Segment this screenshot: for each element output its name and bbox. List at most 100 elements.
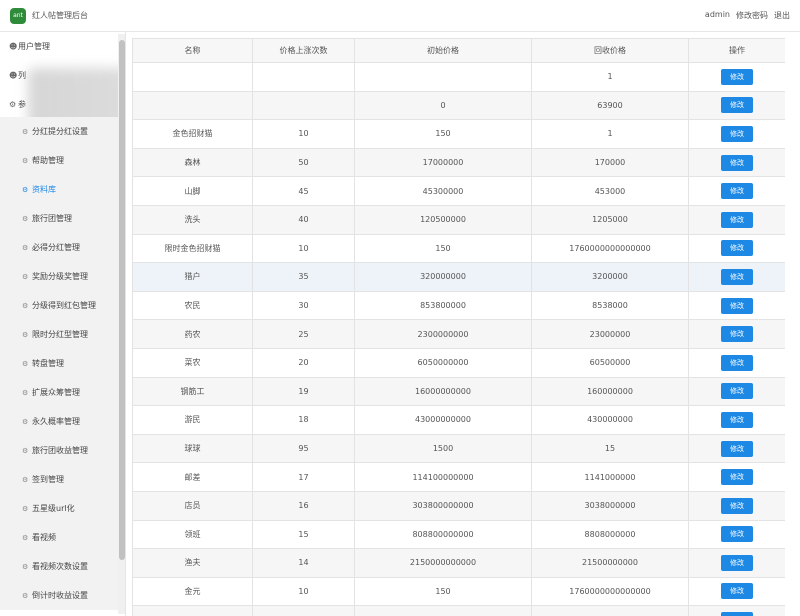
col-header-actions: 操作 bbox=[688, 38, 785, 63]
gear-icon: ⚙ bbox=[22, 127, 29, 136]
cell-initial-price: 808800000000 bbox=[354, 519, 532, 550]
gear-icon: ⚙ bbox=[22, 504, 29, 513]
cell-raise-count: 10 bbox=[252, 119, 355, 149]
cell-raise-count: 10 bbox=[252, 233, 355, 264]
cell-name: 球球 bbox=[132, 433, 253, 464]
sidebar-item[interactable]: ⚙ 永久概率管理 bbox=[0, 407, 118, 436]
cell-raise-count: 95 bbox=[252, 433, 355, 464]
sidebar-scrollbar[interactable] bbox=[118, 34, 125, 614]
edit-button[interactable]: 修改 bbox=[721, 211, 753, 228]
cell-name: 店员 bbox=[132, 490, 253, 521]
table-row: 金元 10 150 1760000000000000 修改 bbox=[132, 576, 785, 607]
cell-name: 猎户 bbox=[132, 262, 253, 292]
edit-button[interactable]: 修改 bbox=[721, 583, 753, 600]
sidebar-item[interactable]: ⚙ 转盘管理 bbox=[0, 349, 118, 378]
edit-button[interactable]: 修改 bbox=[721, 240, 753, 257]
edit-button[interactable]: 修改 bbox=[721, 326, 753, 343]
edit-button[interactable]: 修改 bbox=[721, 154, 753, 171]
table-row: 游民 18 43000000000 430000000 修改 bbox=[132, 405, 785, 435]
edit-button[interactable]: 修改 bbox=[721, 411, 753, 428]
cell-name: 限时金色招财猫 bbox=[132, 233, 253, 264]
edit-button[interactable]: 修改 bbox=[721, 297, 753, 314]
cell-name bbox=[132, 90, 253, 121]
cell-actions: 修改 bbox=[688, 90, 785, 121]
cell-raise-count: 16 bbox=[252, 490, 355, 521]
edit-button[interactable]: 修改 bbox=[721, 469, 753, 486]
sidebar-item[interactable]: ⚙ 帮助管理 bbox=[0, 146, 118, 175]
table-row: 药农 25 2300000000 23000000 修改 bbox=[132, 319, 785, 349]
sidebar-group-label: 列 bbox=[18, 71, 26, 80]
cell-name: 金元 bbox=[132, 576, 253, 607]
edit-button[interactable]: 修改 bbox=[721, 97, 753, 114]
sidebar-item[interactable]: ⚙ 分级得到红包管理 bbox=[0, 291, 118, 320]
sidebar-item-label: 转盘管理 bbox=[32, 359, 64, 368]
cell-recycle-price: 23000000 bbox=[531, 319, 689, 349]
edit-button[interactable]: 修改 bbox=[721, 354, 753, 371]
cell-initial-price: 150 bbox=[354, 119, 532, 149]
sidebar-item[interactable]: ⚙ 旅行团收益管理 bbox=[0, 436, 118, 465]
data-table: 名称 价格上涨次数 初始价格 回收价格 操作 1 修改 0 63900 修改 金色招财猫 1… bbox=[132, 38, 785, 616]
cell-raise-count: 20 bbox=[252, 347, 355, 378]
cell-raise-count: 45 bbox=[252, 176, 355, 206]
col-header-recycle-price: 回收价格 bbox=[531, 38, 689, 63]
sidebar-item[interactable]: ⚙ 奖励分级奖管理 bbox=[0, 262, 118, 291]
cell-name: 山脚 bbox=[132, 176, 253, 206]
cell-actions: 修改 bbox=[688, 319, 785, 349]
top-right-links: admin 修改密码 退出 bbox=[705, 10, 790, 21]
cell-actions: 修改 bbox=[688, 233, 785, 264]
sidebar-item[interactable]: ⚙ 分红提分红设置 bbox=[0, 117, 118, 146]
cell-name: 菜农 bbox=[132, 347, 253, 378]
table-row: 0 63900 修改 bbox=[132, 90, 785, 121]
sidebar-item[interactable]: ⚙ 看视频 bbox=[0, 523, 118, 552]
change-password-link[interactable]: 修改密码 bbox=[736, 10, 768, 21]
sidebar-group-label: 参 bbox=[18, 100, 26, 109]
cell-name: 渔夫 bbox=[132, 548, 253, 578]
edit-button[interactable]: 修改 bbox=[721, 497, 753, 514]
cell-recycle-price: 60500000 bbox=[531, 347, 689, 378]
cell-actions: 修改 bbox=[688, 548, 785, 578]
cell-raise-count: 14 bbox=[252, 548, 355, 578]
edit-button[interactable]: 修改 bbox=[721, 68, 753, 85]
sidebar-item[interactable]: ⚙ 资料库 bbox=[0, 175, 118, 204]
sidebar-item-label: 限时分红型管理 bbox=[32, 330, 88, 339]
table-row: 修改 bbox=[132, 605, 785, 616]
gear-icon: ⚙ bbox=[22, 272, 29, 281]
sidebar-group-users[interactable]: ☻ 用户管理 bbox=[0, 32, 125, 61]
sidebar-item[interactable]: ⚙ 扩展众筹管理 bbox=[0, 378, 118, 407]
sidebar-item-label: 帮助管理 bbox=[32, 156, 64, 165]
cell-raise-count: 30 bbox=[252, 290, 355, 321]
edit-button[interactable]: 修改 bbox=[721, 383, 753, 400]
cell-recycle-price: 3038000000 bbox=[531, 490, 689, 521]
sidebar-item-label: 旅行团收益管理 bbox=[32, 446, 88, 455]
sidebar-item[interactable]: ⚙ 必得分红管理 bbox=[0, 233, 118, 262]
cell-initial-price bbox=[354, 605, 532, 616]
edit-button[interactable]: 修改 bbox=[721, 440, 753, 457]
edit-button[interactable]: 修改 bbox=[721, 183, 753, 200]
table-row: 农民 30 853800000 8538000 修改 bbox=[132, 290, 785, 321]
sidebar-item[interactable]: ⚙ 五星级url化 bbox=[0, 494, 118, 523]
cell-initial-price: 150 bbox=[354, 233, 532, 264]
gear-icon: ⚙ bbox=[22, 417, 29, 426]
app-title: 红人帖管理后台 bbox=[32, 11, 88, 20]
edit-button[interactable]: 修改 bbox=[721, 554, 753, 571]
edit-button[interactable]: 修改 bbox=[721, 268, 753, 285]
cell-raise-count bbox=[252, 90, 355, 121]
cell-raise-count: 40 bbox=[252, 204, 355, 235]
edit-button[interactable]: 修改 bbox=[721, 125, 753, 142]
cell-recycle-price: 1760000000000000 bbox=[531, 233, 689, 264]
sidebar-item[interactable]: ⚙ 旅行团管理 bbox=[0, 204, 118, 233]
scrollbar-thumb[interactable] bbox=[119, 40, 125, 560]
logout-link[interactable]: 退出 bbox=[774, 10, 790, 21]
sidebar-item[interactable]: ⚙ 签到管理 bbox=[0, 465, 118, 494]
sidebar-item-label: 分红提分红设置 bbox=[32, 127, 88, 136]
cell-actions: 修改 bbox=[688, 262, 785, 292]
cell-actions: 修改 bbox=[688, 433, 785, 464]
sidebar-item[interactable]: ⚙ 限时分红型管理 bbox=[0, 320, 118, 349]
sidebar-item[interactable]: ⚙ 倒计时收益设置 bbox=[0, 581, 118, 610]
edit-button[interactable]: 修改 bbox=[721, 612, 753, 616]
cell-name: 领班 bbox=[132, 519, 253, 550]
gear-icon: ⚙ bbox=[22, 562, 29, 571]
sidebar-item[interactable]: ⚙ 看视频次数设置 bbox=[0, 552, 118, 581]
edit-button[interactable]: 修改 bbox=[721, 526, 753, 543]
app-logo: ant bbox=[10, 7, 26, 24]
